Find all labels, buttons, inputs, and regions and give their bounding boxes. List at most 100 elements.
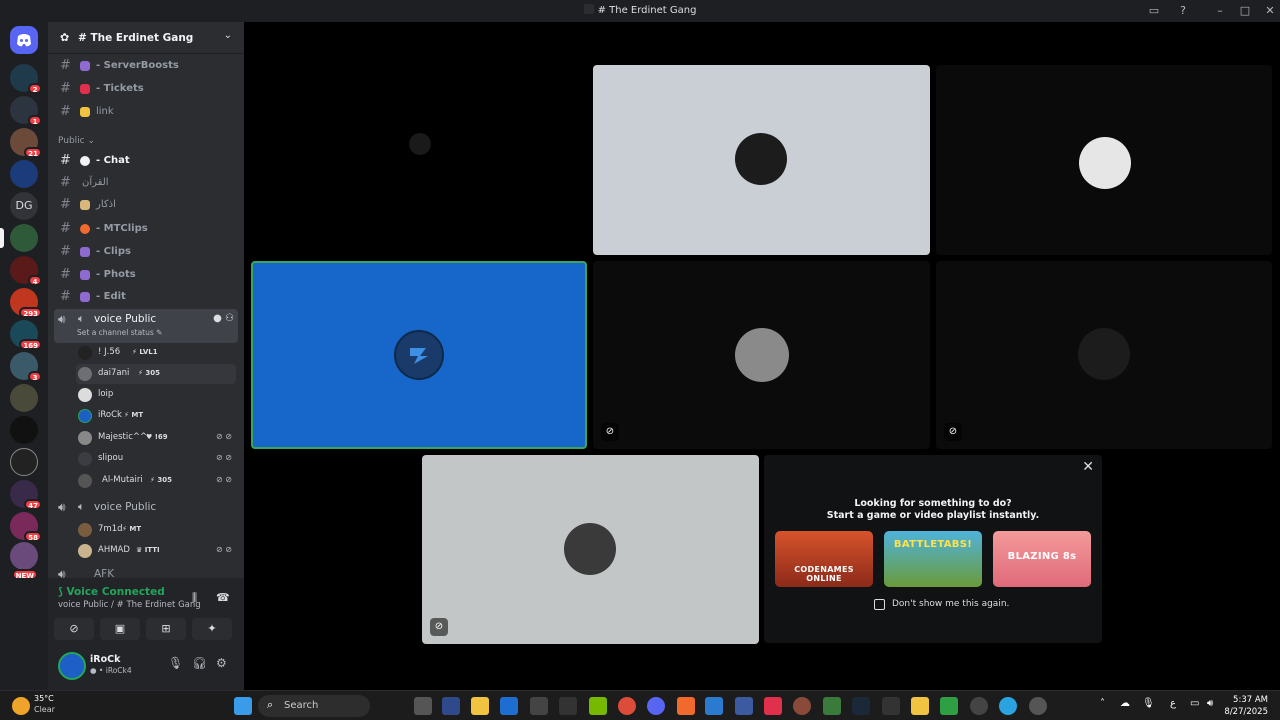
task-view-icon[interactable] bbox=[414, 697, 432, 715]
voice-location[interactable]: voice Public / # The Erdinet Gang bbox=[58, 600, 201, 610]
channel-status-link[interactable]: Set a channel status ✎ bbox=[77, 328, 162, 337]
app-icon[interactable] bbox=[970, 697, 988, 715]
server-icon[interactable]: 3 bbox=[10, 352, 42, 382]
participant-tile[interactable]: ⊘ bbox=[936, 261, 1272, 449]
game-codenames[interactable]: CODENAMES ONLINE bbox=[775, 531, 873, 587]
channel-chat[interactable]: # - Chat bbox=[54, 151, 238, 171]
chevron-up-icon[interactable]: ˄ bbox=[1100, 698, 1105, 709]
voice-channel-public-2[interactable]: 🔊︎ 🔈︎ voice Public bbox=[54, 497, 238, 519]
channel-serverboosts[interactable]: # - ServerBoosts bbox=[54, 56, 238, 76]
chat-and-invite-icons[interactable]: ● ⚇ bbox=[213, 313, 234, 324]
category-public[interactable]: Public ⌄ bbox=[58, 136, 95, 146]
store-icon[interactable] bbox=[530, 697, 548, 715]
app-icon[interactable] bbox=[793, 697, 811, 715]
participant-tile[interactable] bbox=[593, 65, 930, 255]
microphone-icon[interactable]: 🎙︎ bbox=[1142, 698, 1155, 709]
camera-off-button[interactable]: ⊘ bbox=[54, 618, 94, 640]
server-icon[interactable]: 1 bbox=[10, 96, 42, 126]
network-icon[interactable]: ▭ bbox=[1190, 698, 1199, 709]
server-icon[interactable] bbox=[0, 224, 38, 252]
outlook-icon[interactable] bbox=[500, 697, 518, 715]
voice-member[interactable]: iRoCk ⚡ MT bbox=[76, 406, 236, 426]
server-icon[interactable] bbox=[10, 448, 38, 476]
channel-link[interactable]: # link bbox=[54, 102, 238, 122]
cloud-icon[interactable]: ☁ bbox=[1120, 698, 1130, 709]
language-indicator[interactable]: ع bbox=[1170, 698, 1176, 709]
app-icon[interactable] bbox=[677, 697, 695, 715]
voice-member[interactable]: AHMAD ♛ ITTI ⊘ ⊘ bbox=[76, 541, 236, 561]
disconnect-icon[interactable]: ☎ bbox=[216, 591, 230, 604]
weather-desc[interactable]: Clear bbox=[34, 705, 55, 714]
close-icon[interactable]: ✕ bbox=[1082, 459, 1094, 475]
voice-member[interactable]: ! J.56 ⚡ LVL1 bbox=[76, 343, 236, 363]
server-icon[interactable]: NEW bbox=[10, 542, 38, 580]
participant-tile-speaking[interactable] bbox=[251, 261, 587, 449]
discord-home-icon[interactable] bbox=[10, 26, 38, 54]
voice-member[interactable]: Majestic^^ ♥ !69 ⊘ ⊘ bbox=[76, 428, 236, 448]
app-icon[interactable] bbox=[823, 697, 841, 715]
channel-adhkar[interactable]: # اذكار bbox=[54, 195, 238, 215]
close-window-button[interactable]: ✕ bbox=[1262, 3, 1278, 19]
help-icon[interactable]: ? bbox=[1175, 3, 1191, 19]
taskbar-search[interactable]: ⌕ Search bbox=[258, 695, 370, 717]
clock[interactable]: 5:37 AM 8/27/2025 bbox=[1224, 694, 1268, 718]
chrome-icon[interactable] bbox=[618, 697, 636, 715]
app-icon[interactable] bbox=[559, 697, 577, 715]
steam-icon[interactable] bbox=[852, 697, 870, 715]
channel-quran[interactable]: # القرآن bbox=[54, 173, 238, 193]
app-icon[interactable] bbox=[764, 697, 782, 715]
server-icon-dg[interactable]: DG bbox=[10, 192, 38, 220]
participant-tile[interactable] bbox=[251, 65, 587, 255]
voice-member[interactable]: dai7ani ⚡ 305 bbox=[76, 364, 236, 384]
soundboard-button[interactable]: ✦ bbox=[192, 618, 232, 640]
server-icon[interactable]: 21 bbox=[10, 128, 42, 158]
obs-icon[interactable] bbox=[1029, 697, 1047, 715]
inbox-icon[interactable]: ▭ bbox=[1146, 3, 1162, 19]
noise-suppression-icon[interactable]: ⫼ bbox=[192, 591, 197, 605]
voice-member[interactable]: slipou ⊘ ⊘ bbox=[76, 449, 236, 469]
channel-phots[interactable]: # - Phots bbox=[54, 265, 238, 285]
file-explorer-icon[interactable] bbox=[471, 697, 489, 715]
activities-button[interactable]: ⊞ bbox=[146, 618, 186, 640]
maximize-button[interactable]: □ bbox=[1237, 3, 1253, 19]
dont-show-label[interactable]: Don't show me this again. bbox=[892, 599, 1009, 609]
settings-gear-icon[interactable]: ⚙ bbox=[216, 656, 227, 670]
server-icon[interactable] bbox=[10, 384, 38, 412]
discord-taskbar-icon[interactable] bbox=[647, 697, 665, 715]
guild-header[interactable]: ✿ # The Erdinet Gang ⌄ bbox=[48, 22, 244, 54]
dont-show-checkbox[interactable] bbox=[874, 599, 885, 610]
app-icon[interactable] bbox=[705, 697, 723, 715]
game-blazing8s[interactable]: BLAZING 8s bbox=[993, 531, 1091, 587]
voice-status[interactable]: ⟆ Voice Connected bbox=[58, 586, 165, 598]
server-icon[interactable] bbox=[10, 160, 38, 188]
channel-clips[interactable]: # - Clips bbox=[54, 242, 238, 262]
minimize-button[interactable]: – bbox=[1212, 3, 1228, 19]
headphones-icon[interactable]: 🎧︎ bbox=[192, 656, 207, 670]
telegram-icon[interactable] bbox=[999, 697, 1017, 715]
participant-tile[interactable] bbox=[936, 65, 1272, 255]
volume-icon[interactable]: 🔊︎ bbox=[1207, 698, 1213, 709]
server-icon[interactable]: 293 bbox=[10, 288, 42, 318]
server-icon[interactable]: 47 bbox=[10, 480, 42, 510]
shield-icon[interactable] bbox=[735, 697, 753, 715]
windows-start-icon[interactable] bbox=[234, 697, 252, 715]
channel-tickets[interactable]: # - Tickets bbox=[54, 79, 238, 99]
voice-member[interactable]: 7m1d ⚡ MT bbox=[76, 520, 236, 540]
widgets-icon[interactable] bbox=[442, 697, 460, 715]
voice-channel-afk[interactable]: 🔊︎ AFK bbox=[54, 567, 238, 578]
microphone-icon[interactable]: 🎙︎ bbox=[168, 656, 183, 670]
voice-channel-public-1[interactable]: 🔊︎ 🔈︎ voice Public Set a channel status … bbox=[54, 309, 238, 343]
server-icon[interactable] bbox=[10, 416, 38, 444]
server-icon[interactable]: 169 bbox=[10, 320, 42, 350]
participant-tile[interactable]: ⊘ bbox=[593, 261, 930, 449]
weather-icon[interactable] bbox=[12, 697, 30, 715]
epic-games-icon[interactable] bbox=[882, 697, 900, 715]
rockstar-icon[interactable] bbox=[911, 697, 929, 715]
screen-share-button[interactable]: ▣ bbox=[100, 618, 140, 640]
game-battletabs[interactable]: BATTLETABS! bbox=[884, 531, 982, 587]
server-icon[interactable]: 2 bbox=[10, 64, 42, 94]
channel-edit[interactable]: # - Edit bbox=[54, 287, 238, 307]
nvidia-icon[interactable] bbox=[589, 697, 607, 715]
avatar[interactable] bbox=[58, 652, 86, 680]
participant-tile[interactable]: ⊘ bbox=[422, 455, 759, 644]
